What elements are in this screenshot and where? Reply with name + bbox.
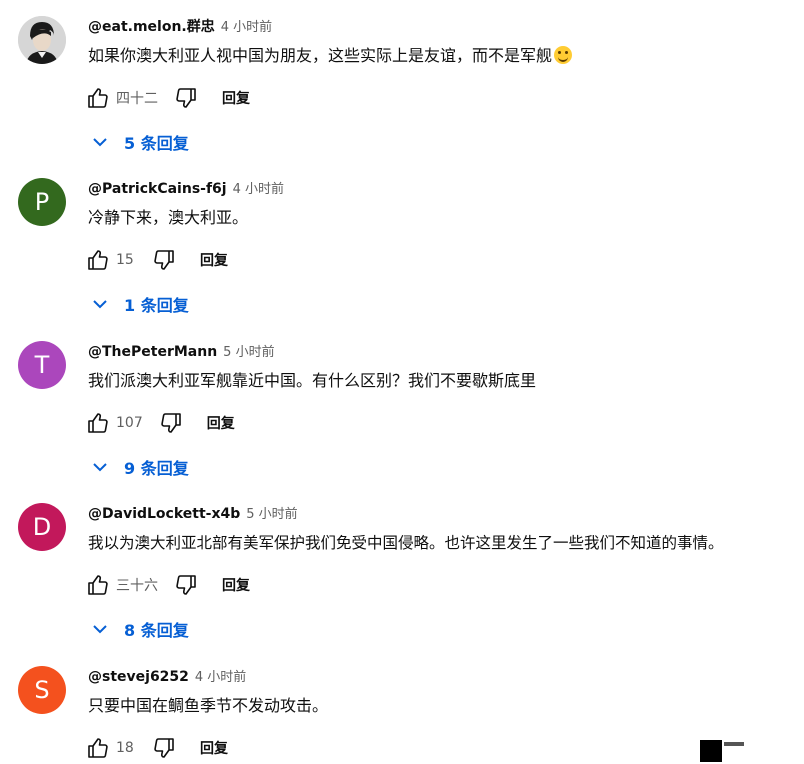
like-count: 三十六	[116, 578, 158, 594]
like-button[interactable]	[84, 734, 112, 762]
comment-time[interactable]: 5 小时前	[246, 507, 297, 522]
comment-time[interactable]: 4 小时前	[195, 670, 246, 685]
author-name[interactable]: @DavidLockett-x4b	[88, 506, 240, 522]
dislike-button[interactable]	[150, 734, 178, 762]
thumb-down-icon	[176, 575, 196, 595]
comment-text: 冷静下来，澳大利亚。	[88, 208, 249, 227]
avatar-photo-icon	[18, 16, 66, 64]
thumb-up-icon	[88, 88, 108, 108]
thumb-down-icon	[161, 413, 181, 433]
comment-header: @stevej6252 4 小时前	[88, 666, 246, 686]
comment-text: 如果你澳大利亚人视中国为朋友，这些实际上是友谊，而不是军舰	[88, 44, 573, 68]
author-name[interactable]: @eat.melon.群忠	[88, 19, 215, 35]
avatar[interactable]: T	[18, 341, 66, 389]
like-count: 四十二	[116, 91, 158, 107]
replies-count-label: 5 条回复	[124, 134, 189, 153]
like-count: 15	[116, 252, 134, 268]
like-count: 107	[116, 415, 143, 431]
chevron-down-icon	[93, 463, 107, 472]
thumb-down-icon	[154, 250, 174, 270]
avatar[interactable]: D	[18, 503, 66, 551]
comment-actions: 三十六 回复	[84, 570, 250, 600]
comment-text: 我以为澳大利亚北部有美军保护我们免受中国侵略。也许这里发生了一些我们不知道的事情…	[88, 534, 724, 552]
comment-time[interactable]: 4 小时前	[221, 20, 272, 35]
replies-count-label: 8 条回复	[124, 621, 189, 640]
reply-button[interactable]: 回复	[222, 575, 250, 595]
author-name[interactable]: @ThePeterMann	[88, 344, 217, 360]
comment-thread: @eat.melon.群忠 4 小时前 如果你澳大利亚人视中国为朋友，这些实际上是…	[0, 16, 804, 176]
decorative-mark	[700, 740, 744, 762]
thumb-up-icon	[88, 575, 108, 595]
reply-button[interactable]: 回复	[200, 738, 228, 758]
author-name[interactable]: @PatrickCains-f6j	[88, 181, 227, 197]
comment-text-content: 如果你澳大利亚人视中国为朋友，这些实际上是友谊，而不是军舰	[88, 46, 553, 65]
grinning-sweat-emoji-icon	[554, 46, 573, 64]
avatar[interactable]	[18, 16, 66, 64]
comment-thread: D @DavidLockett-x4b 5 小时前 我以为澳大利亚北部有美军保护我…	[0, 503, 804, 663]
dislike-button[interactable]	[150, 246, 178, 274]
comment-text: 我们派澳大利亚军舰靠近中国。有什么区别？我们不要歇斯底里	[88, 371, 537, 390]
chevron-down-icon	[93, 625, 107, 634]
comment-header: @ThePeterMann 5 小时前	[88, 341, 275, 361]
like-button[interactable]	[84, 246, 112, 274]
avatar[interactable]: S	[18, 666, 66, 714]
dislike-button[interactable]	[172, 571, 200, 599]
comment-header: @DavidLockett-x4b 5 小时前	[88, 503, 298, 523]
thumb-down-icon	[154, 738, 174, 758]
avatar-letter: D	[32, 513, 52, 541]
avatar-letter: S	[34, 676, 50, 704]
comment-actions: 107 回复	[84, 408, 235, 438]
dislike-button[interactable]	[172, 84, 200, 112]
replies-count-label: 9 条回复	[124, 459, 189, 478]
like-button[interactable]	[84, 409, 112, 437]
view-replies-button[interactable]: 8 条回复	[90, 611, 189, 647]
comment-actions: 15 回复	[84, 245, 228, 275]
chevron-down-icon	[93, 300, 107, 309]
comment-text: 只要中国在鲷鱼季节不发动攻击。	[88, 696, 329, 715]
view-replies-button[interactable]: 1 条回复	[90, 286, 189, 322]
chevron-down-icon	[93, 138, 107, 147]
avatar[interactable]: P	[18, 178, 66, 226]
view-replies-button[interactable]: 5 条回复	[90, 124, 189, 160]
view-replies-button[interactable]: 9 条回复	[90, 449, 189, 485]
comment-time[interactable]: 4 小时前	[233, 182, 284, 197]
like-button[interactable]	[84, 571, 112, 599]
comment-thread: T @ThePeterMann 5 小时前 我们派澳大利亚军舰靠近中国。有什么区别…	[0, 341, 804, 501]
comment-header: @eat.melon.群忠 4 小时前	[88, 16, 272, 36]
avatar-letter: T	[34, 351, 50, 379]
reply-button[interactable]: 回复	[200, 250, 228, 270]
comment-thread: P @PatrickCains-f6j 4 小时前 冷静下来，澳大利亚。 15 回…	[0, 178, 804, 338]
comment-thread: S @stevej6252 4 小时前 只要中国在鲷鱼季节不发动攻击。 18 回复	[0, 666, 804, 764]
like-count: 18	[116, 740, 134, 756]
comment-time[interactable]: 5 小时前	[223, 345, 274, 360]
thumb-up-icon	[88, 738, 108, 758]
reply-button[interactable]: 回复	[207, 413, 235, 433]
replies-count-label: 1 条回复	[124, 296, 189, 315]
comment-actions: 18 回复	[84, 733, 228, 763]
dislike-button[interactable]	[157, 409, 185, 437]
comment-header: @PatrickCains-f6j 4 小时前	[88, 178, 284, 198]
author-name[interactable]: @stevej6252	[88, 669, 189, 685]
thumb-up-icon	[88, 250, 108, 270]
thumb-down-icon	[176, 88, 196, 108]
comment-actions: 四十二 回复	[84, 83, 250, 113]
thumb-up-icon	[88, 413, 108, 433]
reply-button[interactable]: 回复	[222, 88, 250, 108]
avatar-letter: P	[34, 188, 50, 216]
like-button[interactable]	[84, 84, 112, 112]
